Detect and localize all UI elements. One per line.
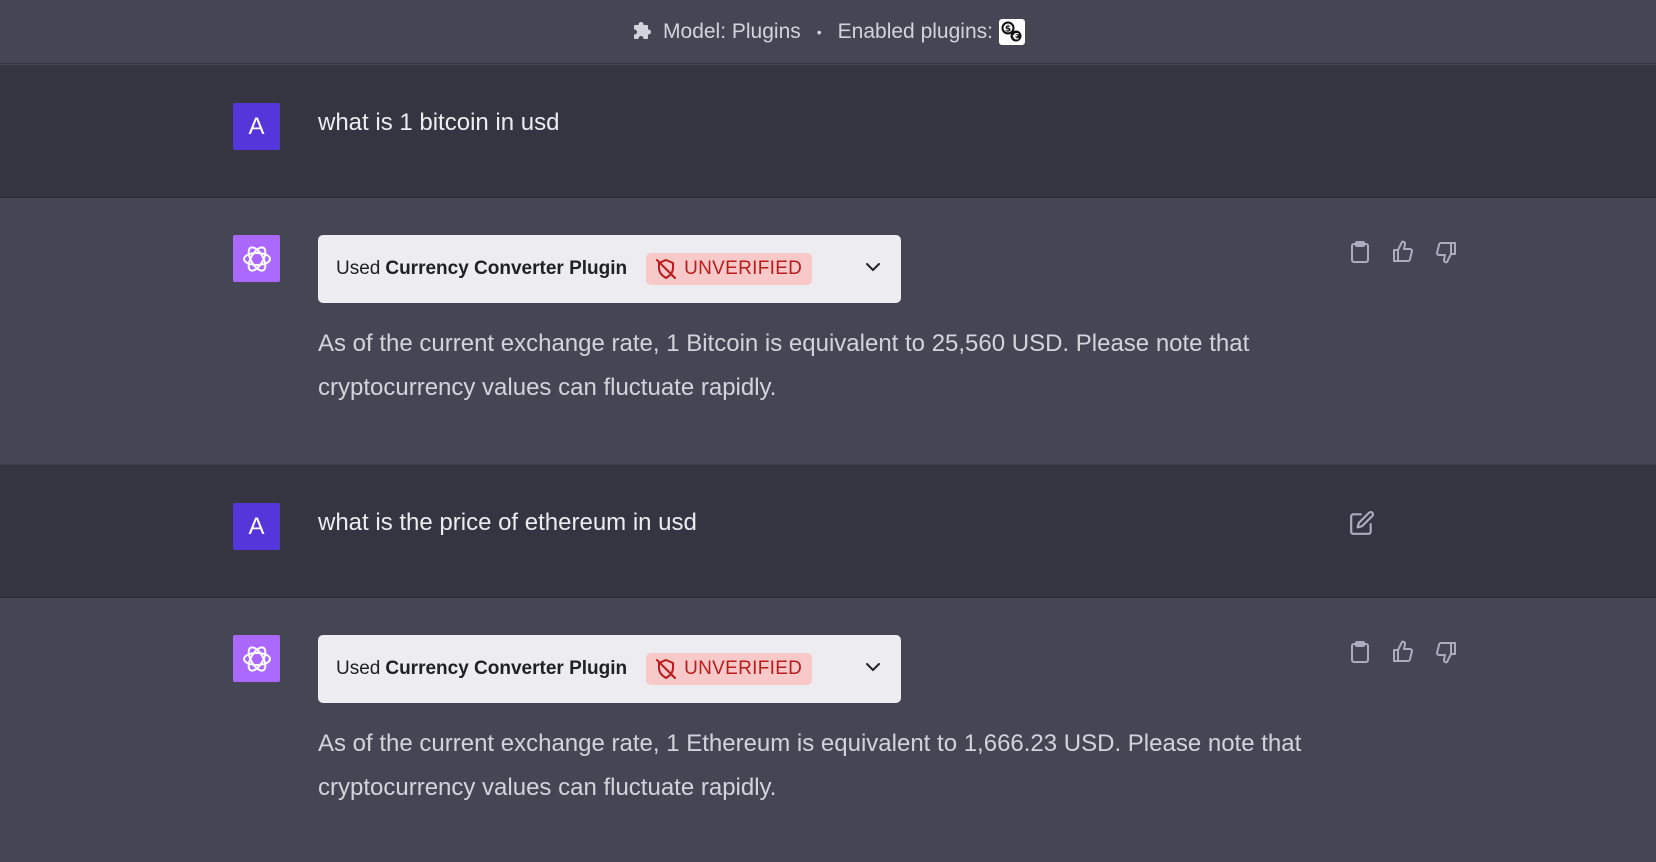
chevron-down-icon[interactable] [863, 257, 883, 277]
separator-dot: • [816, 23, 822, 40]
user-message-text: what is 1 bitcoin in usd [318, 109, 560, 136]
badge-label: UNVERIFIED [684, 258, 803, 279]
model-header: Model: Plugins • Enabled plugins: $ € [0, 0, 1656, 64]
chevron-down-icon[interactable] [863, 657, 883, 677]
user-avatar: A [233, 103, 280, 150]
openai-logo-icon [242, 645, 271, 672]
puzzle-icon [634, 21, 652, 39]
assistant-message-row: Used Currency Converter Plugin UNVERIFIE… [0, 598, 1656, 862]
openai-logo-icon [242, 245, 271, 272]
message-actions [1348, 240, 1458, 264]
copy-icon[interactable] [1348, 240, 1372, 264]
assistant-avatar [233, 635, 280, 682]
model-label: Model: Plugins [663, 19, 801, 43]
user-message-row: A what is the price of ethereum in usd [0, 465, 1656, 598]
svg-text:$: $ [1005, 24, 1011, 34]
user-message-text: what is the price of ethereum in usd [318, 509, 697, 536]
thumbs-down-icon[interactable] [1434, 640, 1458, 664]
user-message-row: A what is 1 bitcoin in usd [0, 65, 1656, 198]
plugin-usage-dropdown[interactable]: Used Currency Converter Plugin UNVERIFIE… [318, 235, 901, 303]
copy-icon[interactable] [1348, 640, 1372, 664]
message-actions [1348, 640, 1458, 664]
plugin-name: Currency Converter Plugin [385, 258, 628, 279]
plugin-name: Currency Converter Plugin [385, 658, 628, 679]
unverified-badge: UNVERIFIED [646, 653, 813, 685]
currency-converter-logo-icon[interactable]: $ € [998, 18, 1025, 45]
edit-icon[interactable] [1349, 510, 1375, 536]
thumbs-up-icon[interactable] [1391, 240, 1415, 264]
plugin-usage-dropdown[interactable]: Used Currency Converter Plugin UNVERIFIE… [318, 635, 901, 703]
svg-text:€: € [1012, 32, 1019, 42]
shield-off-icon [656, 658, 677, 680]
enabled-plugins-label: Enabled plugins: [837, 19, 993, 43]
thumbs-up-icon[interactable] [1391, 640, 1415, 664]
plugin-used-label: Used [336, 258, 381, 279]
plugin-used-label: Used [336, 658, 381, 679]
thumbs-down-icon[interactable] [1434, 240, 1458, 264]
assistant-avatar [233, 235, 280, 282]
assistant-message-text: As of the current exchange rate, 1 Ether… [318, 730, 1302, 801]
assistant-message-text: As of the current exchange rate, 1 Bitco… [318, 330, 1250, 401]
unverified-badge: UNVERIFIED [646, 253, 813, 285]
user-avatar: A [233, 503, 280, 550]
shield-off-icon [656, 258, 677, 280]
badge-label: UNVERIFIED [684, 658, 803, 679]
assistant-message-row: Used Currency Converter Plugin UNVERIFIE… [0, 198, 1656, 465]
